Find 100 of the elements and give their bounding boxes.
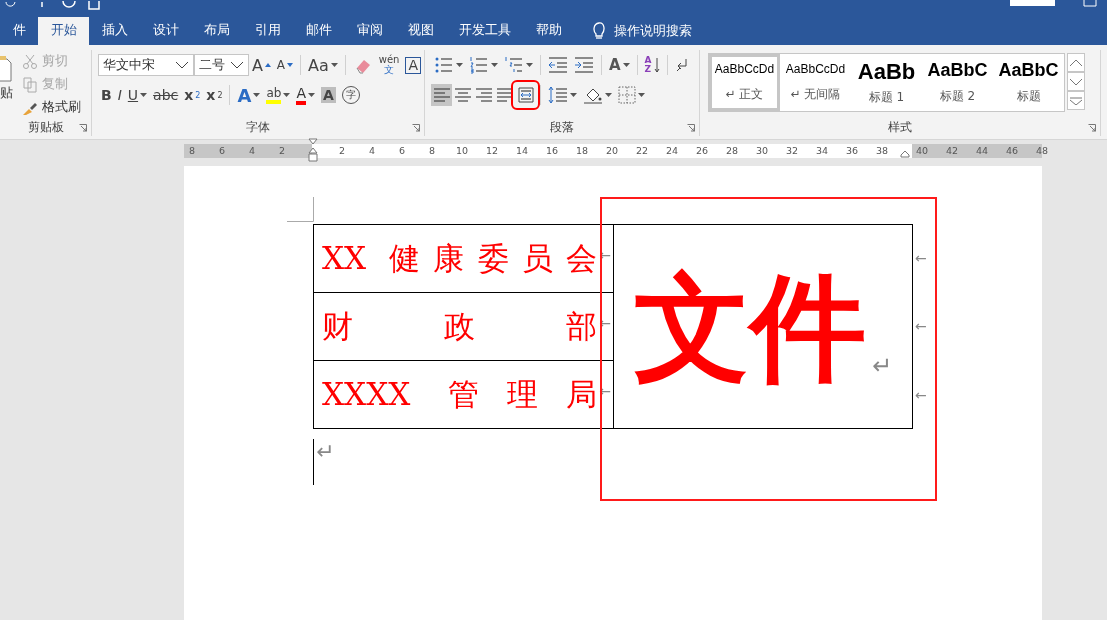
row-end-mark: ←	[915, 318, 927, 335]
ruler-number: 22	[635, 145, 649, 156]
ruler-number: 6	[398, 145, 405, 156]
font-color-button[interactable]: A	[293, 84, 318, 106]
multilevel-list-icon	[504, 56, 524, 74]
style-name: ↵ 无间隔	[790, 86, 841, 103]
borders-icon	[618, 86, 636, 104]
caret-icon	[622, 63, 630, 67]
dialog-launcher-icon[interactable]	[1088, 124, 1096, 132]
style-item[interactable]: AaBb 标题 1	[851, 54, 922, 111]
copy-icon	[22, 76, 38, 93]
italic-button[interactable]: I	[114, 84, 125, 106]
strikethrough-button[interactable]: abc	[150, 84, 182, 106]
superscript-button[interactable]: x$^{2}$	[203, 84, 226, 106]
style-name: ↵ 正文	[725, 86, 764, 103]
right-indent-marker-icon[interactable]	[900, 149, 910, 158]
ribbon-tab[interactable]: 引用	[242, 17, 293, 45]
character-border-button[interactable]: A	[402, 54, 424, 76]
align-left-button[interactable]	[431, 84, 452, 106]
phonetic-guide-button[interactable]: wén 文	[375, 54, 403, 76]
bold-button[interactable]: B	[98, 84, 115, 106]
align-left-icon	[432, 87, 451, 103]
sort-button[interactable]: A Z	[641, 54, 663, 76]
align-right-icon	[474, 87, 493, 103]
grow-font-button[interactable]: A	[248, 54, 274, 76]
caret-icon	[253, 93, 261, 97]
scroll-down-button[interactable]	[1067, 72, 1085, 91]
ruler-number: 14	[515, 145, 529, 156]
ribbon-tab[interactable]: 视图	[395, 17, 446, 45]
caret-icon	[283, 93, 291, 97]
ruler-number: 16	[545, 145, 559, 156]
justify-icon	[495, 87, 514, 103]
ribbon-tab[interactable]: 设计	[140, 17, 191, 45]
caret-icon	[140, 93, 148, 97]
line-spacing-icon	[548, 86, 568, 104]
ruler-number: 8	[428, 145, 435, 156]
group-label: 样式	[888, 119, 912, 136]
caret-icon	[638, 93, 645, 97]
ruler-number: 42	[945, 145, 959, 156]
font-name-dropdown[interactable]: 华文中宋	[98, 54, 195, 76]
format-painter-button[interactable]: 格式刷	[22, 96, 81, 119]
ruler-number: 34	[815, 145, 829, 156]
ruler-number: 36	[845, 145, 859, 156]
caret-icon	[330, 63, 338, 67]
paragraph-mark[interactable]: ↵	[313, 439, 1042, 485]
style-name: 标题 2	[939, 87, 976, 105]
ribbon-tab[interactable]: 插入	[89, 17, 140, 45]
table-cell-text: XXXX 管理局	[322, 374, 597, 414]
character-shading-button[interactable]: A	[318, 84, 339, 106]
chevron-up-icon	[1069, 58, 1083, 67]
ribbon-tab[interactable]: 布局	[191, 17, 242, 45]
ruler-number: 46	[1005, 145, 1019, 156]
style-item[interactable]: AaBbC 标题	[993, 54, 1064, 111]
caret-icon	[491, 63, 498, 67]
ribbon-tab[interactable]: 帮助	[523, 17, 574, 45]
font-size-dropdown[interactable]: 二号	[194, 54, 249, 76]
ruler-number: 32	[785, 145, 799, 156]
table-cell-text: XX 健康委员会	[322, 238, 597, 278]
style-name: 标题 1	[868, 89, 905, 106]
text-effect-button[interactable]: A	[234, 84, 264, 106]
ruler-number: 18	[575, 145, 589, 156]
caret-icon	[605, 93, 612, 97]
caret-icon	[526, 63, 533, 67]
dialog-launcher-icon[interactable]	[412, 124, 420, 132]
asian-layout-button[interactable]: A	[606, 54, 633, 76]
dialog-launcher-icon[interactable]	[79, 124, 87, 132]
table-cell-text: 文件	[633, 268, 866, 385]
ruler-number: 6	[218, 145, 225, 156]
triangle-down-icon	[287, 63, 294, 67]
paste-button[interactable]: 贴	[0, 54, 20, 119]
style-item[interactable]: AaBbCcDd ↵ 正文	[709, 54, 780, 111]
style-item[interactable]: AaBbCcDd ↵ 无间隔	[780, 54, 851, 111]
ruler-number: 40	[915, 145, 929, 156]
chevron-down-icon	[1069, 77, 1083, 86]
ribbon-tab[interactable]: 审阅	[344, 17, 395, 45]
indent-marker-icon[interactable]	[308, 137, 318, 165]
ribbon-tab[interactable]: 开发工具	[446, 17, 523, 45]
underline-button[interactable]: U	[124, 84, 151, 106]
ribbon-tab[interactable]: 件	[0, 17, 38, 45]
more-styles-button[interactable]	[1067, 91, 1085, 110]
scroll-up-button[interactable]	[1067, 53, 1085, 72]
window-icon[interactable]	[1083, 0, 1097, 7]
ribbon-tab[interactable]: 开始	[38, 17, 89, 45]
dialog-launcher-icon[interactable]	[687, 124, 695, 132]
style-preview: AaBb	[857, 59, 916, 85]
highlight-color-button[interactable]: ab	[263, 84, 294, 106]
ribbon-tab[interactable]: 邮件	[293, 17, 344, 45]
ruler-number: 44	[975, 145, 989, 156]
align-center-icon	[453, 87, 472, 103]
style-item[interactable]: AaBbC 标题 2	[922, 54, 993, 111]
caret-icon	[229, 61, 244, 69]
style-preview: AaBbC	[998, 60, 1059, 82]
caret-icon	[175, 61, 190, 69]
shrink-font-button[interactable]: A	[273, 54, 297, 76]
change-case-button[interactable]: Aa	[305, 54, 341, 76]
down-arrow-icon	[653, 57, 660, 73]
expand-icon	[1069, 96, 1083, 105]
style-preview: AaBbC	[927, 60, 988, 82]
style-name: 标题	[1016, 87, 1041, 105]
tell-me-search[interactable]: 操作说明搜索	[614, 22, 692, 40]
